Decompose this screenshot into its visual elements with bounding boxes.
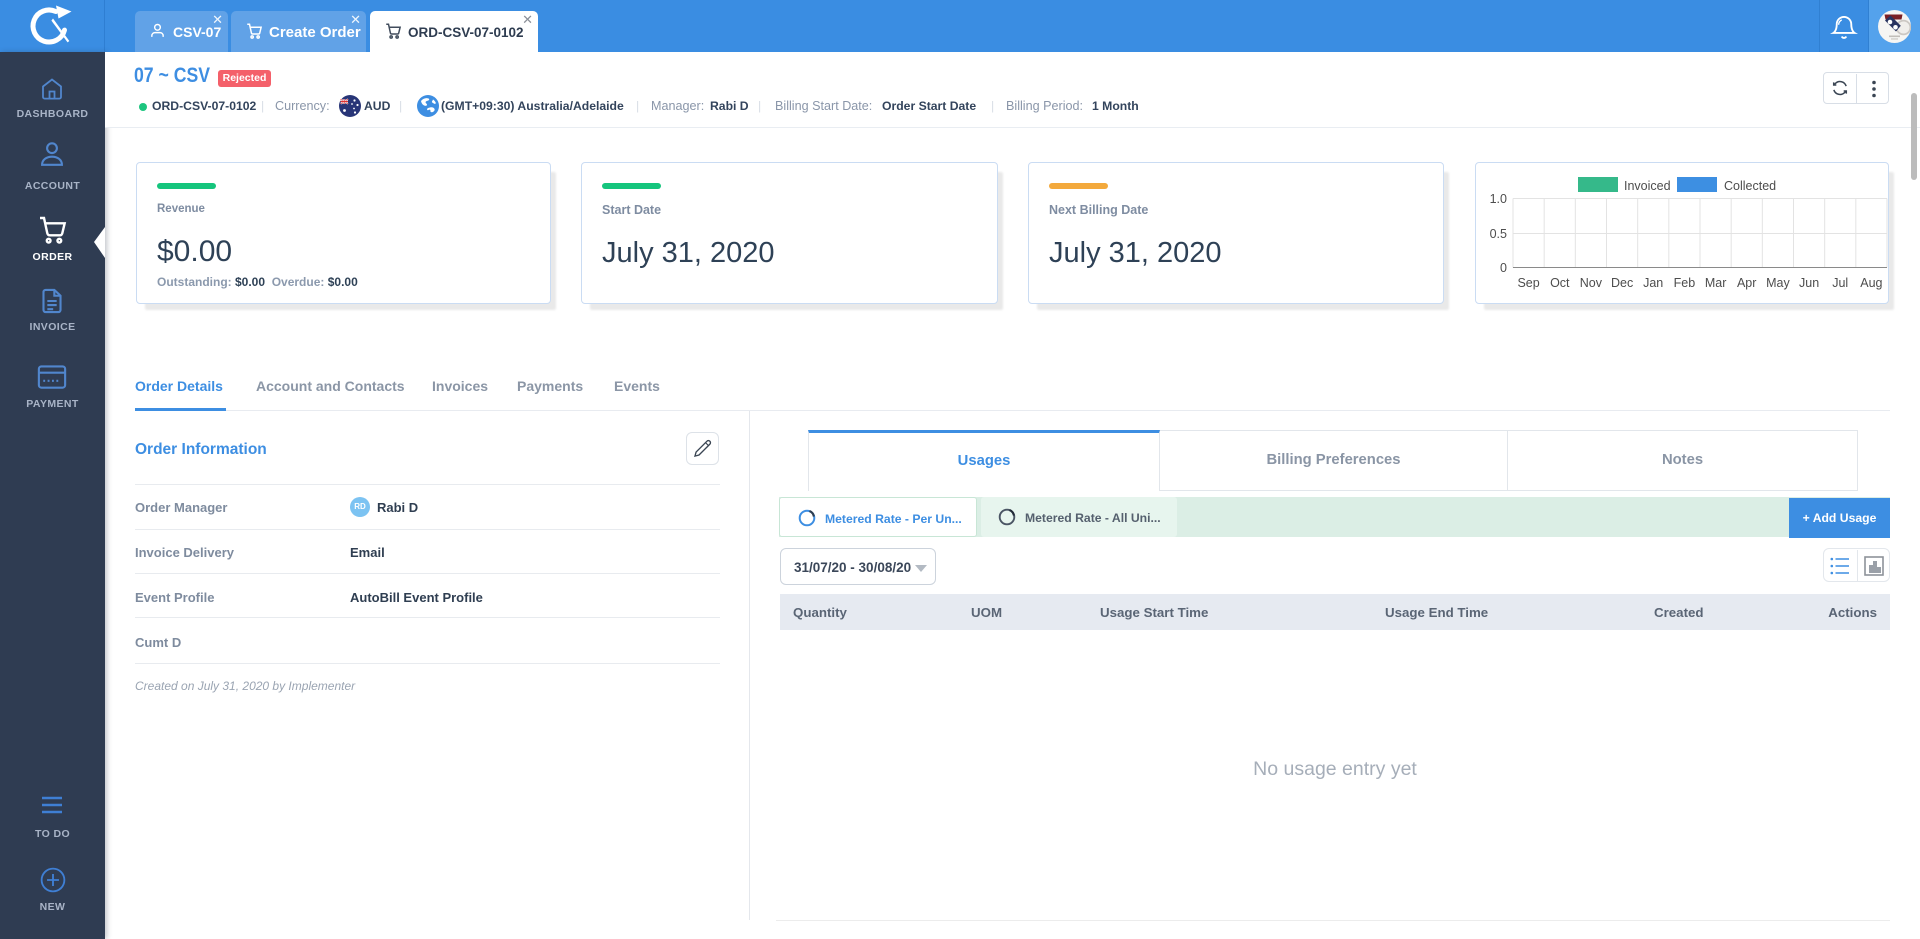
svg-text:Apr: Apr [1737, 276, 1756, 290]
svg-text:0: 0 [1500, 261, 1507, 275]
svg-text:Oct: Oct [1550, 276, 1570, 290]
svg-text:Dec: Dec [1611, 276, 1633, 290]
svg-text:Jul: Jul [1832, 276, 1848, 290]
svg-text:Mar: Mar [1705, 276, 1727, 290]
svg-text:May: May [1766, 276, 1790, 290]
svg-text:0.5: 0.5 [1490, 227, 1507, 241]
svg-text:Nov: Nov [1580, 276, 1603, 290]
svg-text:Jan: Jan [1643, 276, 1663, 290]
svg-text:1.0: 1.0 [1490, 192, 1507, 206]
svg-text:Feb: Feb [1674, 276, 1696, 290]
svg-text:Jun: Jun [1799, 276, 1819, 290]
svg-text:Aug: Aug [1860, 276, 1882, 290]
svg-text:Sep: Sep [1517, 276, 1539, 290]
